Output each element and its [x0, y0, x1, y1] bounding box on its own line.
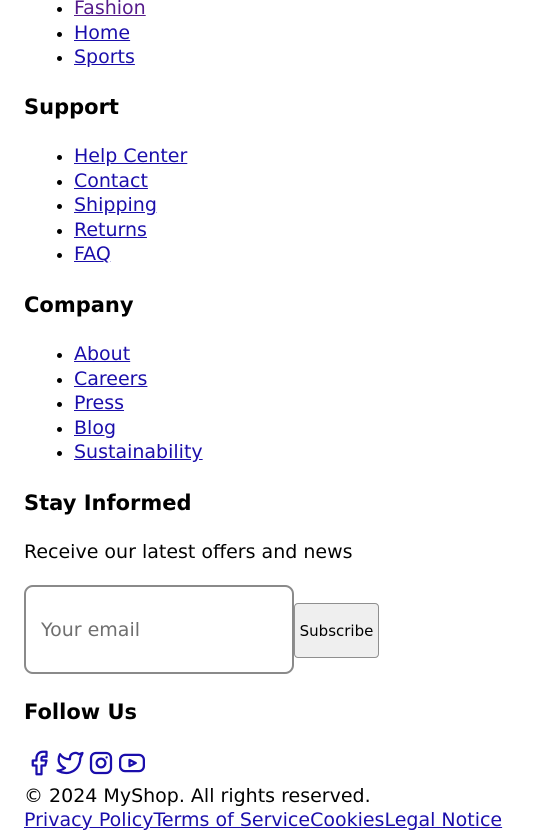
copyright-text: © 2024 MyShop. All rights reserved. [24, 785, 371, 807]
facebook-link[interactable] [24, 748, 54, 778]
terms-of-service-link[interactable]: Terms of Service [153, 809, 310, 831]
returns-link[interactable]: Returns [74, 219, 147, 241]
sustainability-link[interactable]: Sustainability [74, 441, 203, 463]
careers-link[interactable]: Careers [74, 368, 147, 390]
categories-link-list: Fashion Home Sports [24, 0, 146, 70]
company-link-list: About Careers Press Blog Sustainability [24, 342, 203, 465]
newsletter-description: Receive our latest offers and news [24, 541, 353, 563]
contact-link[interactable]: Contact [74, 170, 148, 192]
subscribe-button[interactable]: Subscribe [294, 603, 379, 658]
category-item-fashion: Fashion [74, 0, 146, 21]
youtube-link[interactable] [117, 748, 147, 778]
email-input[interactable] [24, 585, 294, 674]
cookies-link[interactable]: Cookies [310, 809, 384, 831]
blog-link[interactable]: Blog [74, 417, 116, 439]
privacy-policy-link[interactable]: Privacy Policy [24, 809, 153, 831]
youtube-icon [119, 753, 145, 773]
support-heading: Support [24, 95, 119, 119]
category-link-fashion[interactable]: Fashion [74, 0, 146, 19]
press-link[interactable]: Press [74, 392, 124, 414]
instagram-link[interactable] [86, 748, 116, 778]
company-item: Careers [74, 367, 203, 392]
facebook-icon [31, 750, 48, 776]
social-links [24, 748, 147, 778]
help-center-link[interactable]: Help Center [74, 145, 187, 167]
follow-us-heading: Follow Us [24, 700, 138, 724]
company-item: Sustainability [74, 440, 203, 465]
support-link-list: Help Center Contact Shipping Returns FAQ [24, 144, 187, 267]
support-item: Contact [74, 169, 187, 194]
support-item: FAQ [74, 242, 187, 267]
newsletter-heading: Stay Informed [24, 491, 192, 515]
support-item: Help Center [74, 144, 187, 169]
instagram-icon [89, 751, 113, 775]
legal-links: Privacy PolicyTerms of ServiceCookiesLeg… [24, 808, 502, 832]
shipping-link[interactable]: Shipping [74, 194, 157, 216]
company-item: Blog [74, 416, 203, 441]
company-heading: Company [24, 293, 134, 317]
faq-link[interactable]: FAQ [74, 243, 111, 265]
category-item-sports: Sports [74, 45, 146, 70]
company-item: About [74, 342, 203, 367]
support-item: Returns [74, 218, 187, 243]
twitter-icon [56, 751, 84, 775]
legal-notice-link[interactable]: Legal Notice [384, 809, 502, 831]
twitter-link[interactable] [55, 748, 85, 778]
category-link-home[interactable]: Home [74, 22, 130, 44]
category-link-sports[interactable]: Sports [74, 46, 135, 68]
about-link[interactable]: About [74, 343, 130, 365]
category-item-home: Home [74, 21, 146, 46]
support-item: Shipping [74, 193, 187, 218]
company-item: Press [74, 391, 203, 416]
